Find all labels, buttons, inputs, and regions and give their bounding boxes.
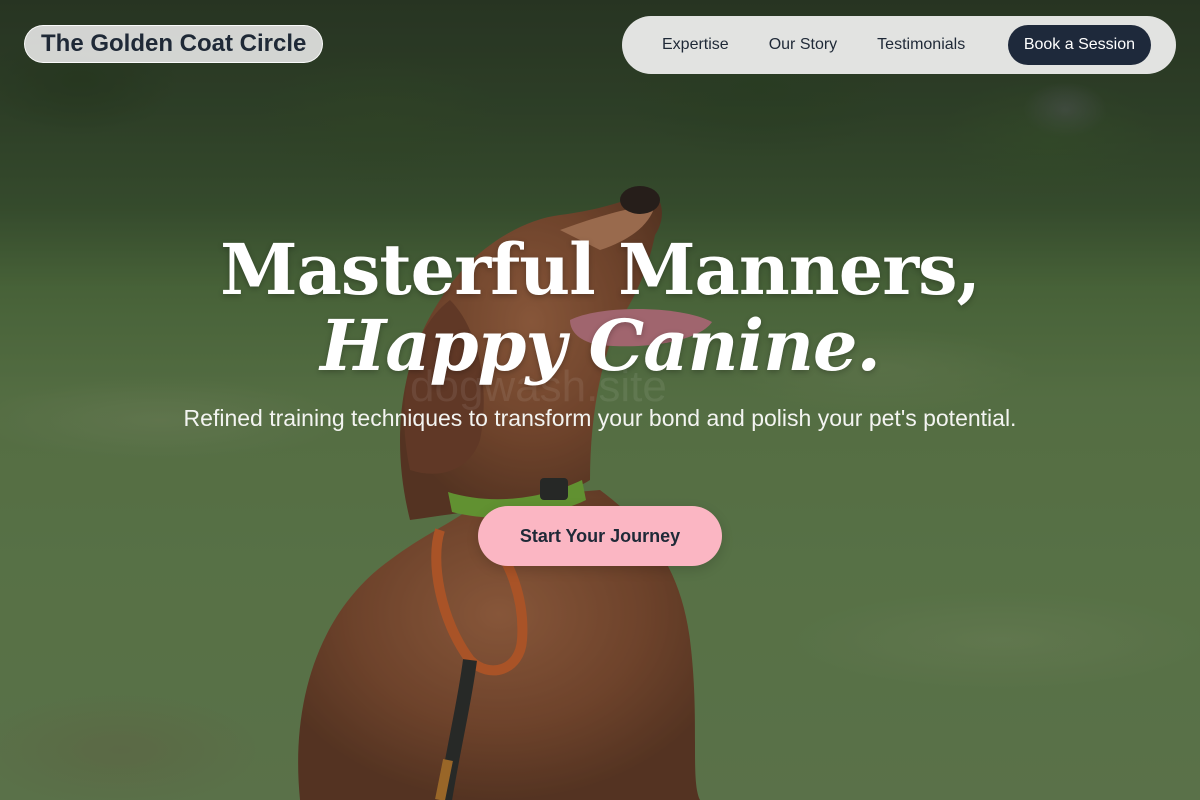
start-journey-button[interactable]: Start Your Journey [478, 506, 722, 566]
book-session-button[interactable]: Book a Session [1007, 25, 1151, 65]
nav-link-testimonials[interactable]: Testimonials [857, 36, 985, 54]
brand-name: The Golden Coat Circle [41, 30, 307, 57]
hero-headline: Masterful Manners, Happy Canine. [0, 232, 1200, 384]
nav-link-expertise[interactable]: Expertise [642, 36, 749, 54]
headline-line-1: Masterful Manners, [220, 228, 981, 311]
hero-subtitle: Refined training techniques to transform… [183, 405, 1017, 431]
headline-line-2: Happy Canine. [320, 304, 881, 387]
nav-link-our-story[interactable]: Our Story [749, 36, 857, 54]
main-nav: Expertise Our Story Testimonials Book a … [622, 16, 1176, 74]
brand-logo[interactable]: The Golden Coat Circle [24, 25, 324, 63]
